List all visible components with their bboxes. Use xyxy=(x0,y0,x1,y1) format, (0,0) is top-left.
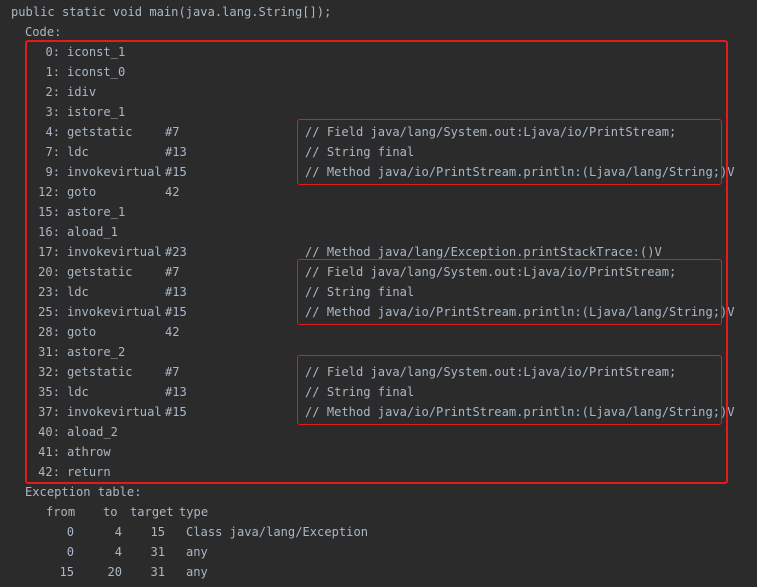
finally-block-highlight-1 xyxy=(297,119,722,185)
exception-table-cell: any xyxy=(186,565,208,579)
method-signature: public static void main(java.lang.String… xyxy=(11,5,332,19)
finally-block-highlight-3 xyxy=(297,355,722,425)
exception-table-cell: 15 xyxy=(150,525,165,539)
exception-table-header: from xyxy=(46,505,76,519)
exception-table-cell: any xyxy=(186,545,208,559)
code-label: Code: xyxy=(25,25,62,39)
exception-table-cell: 31 xyxy=(150,565,165,579)
exception-table-cell: Class java/lang/Exception xyxy=(186,525,369,539)
exception-table-cell: 31 xyxy=(150,545,165,559)
finally-block-highlight-2 xyxy=(297,259,722,325)
exception-table-title: Exception table: xyxy=(25,485,142,499)
exception-table-header: target xyxy=(130,505,174,519)
exception-table-header: to xyxy=(103,505,118,519)
exception-table-header: type xyxy=(179,505,209,519)
